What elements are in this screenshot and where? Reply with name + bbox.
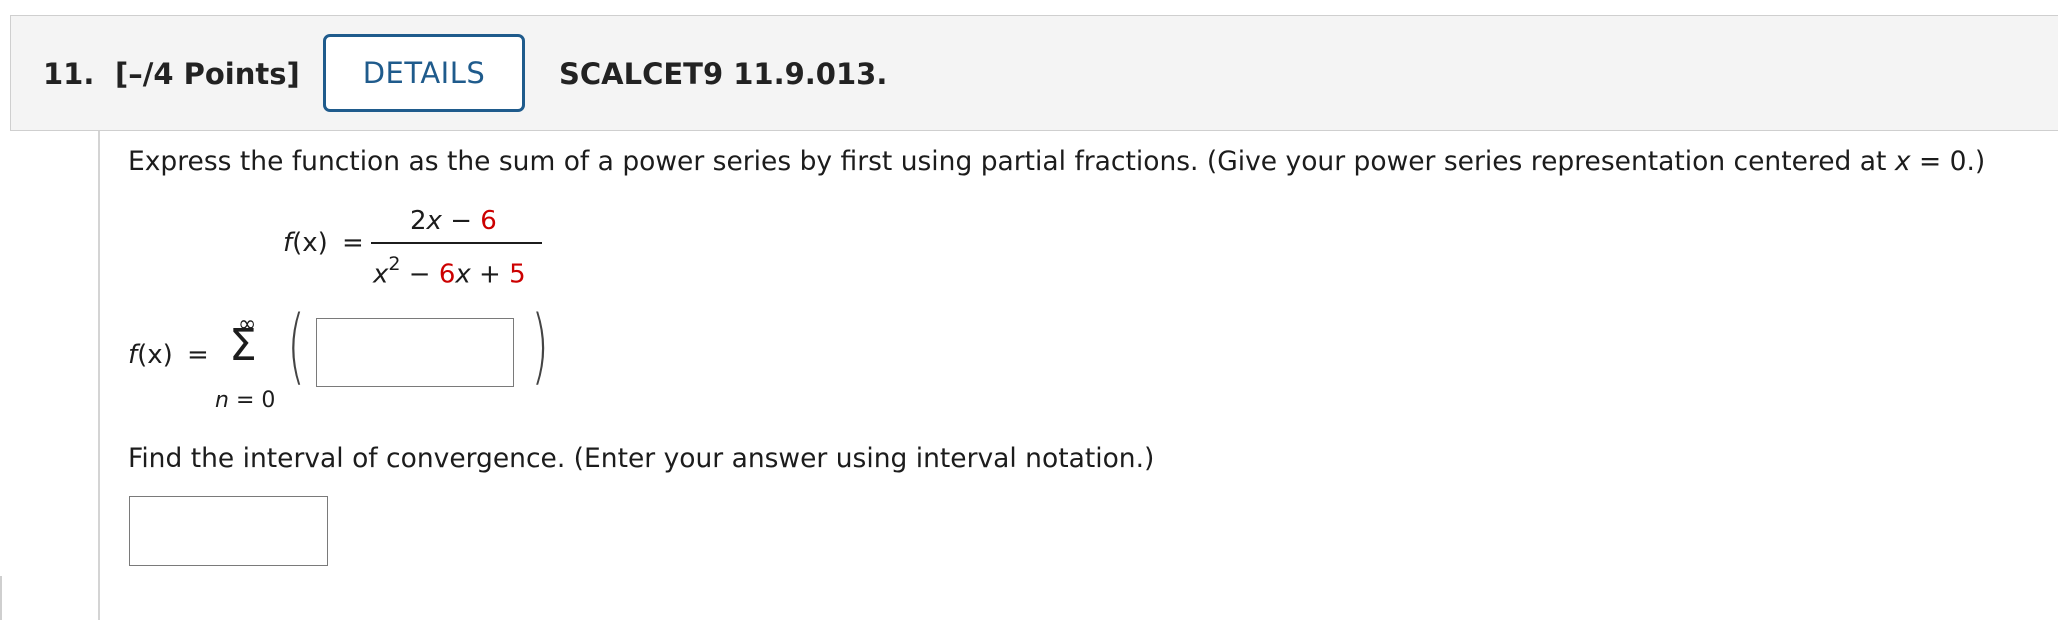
series-lhs: f(x) xyxy=(128,340,173,370)
interval-instruction-text: Find the interval of convergence. (Enter… xyxy=(128,443,1155,474)
series-equals: = xyxy=(187,340,209,370)
summation-lower-limit: n = 0 xyxy=(215,388,276,413)
fraction-denominator: x2 − 6x + 5 xyxy=(373,253,526,290)
function-equals: = xyxy=(342,228,364,258)
question-header: 11. [–/4 Points] DETAILS SCALCET9 11.9.0… xyxy=(10,15,2058,131)
series-answer-input[interactable] xyxy=(316,318,514,387)
details-button[interactable]: DETAILS xyxy=(323,34,525,112)
page-left-border xyxy=(0,576,2,620)
instruction-text: Express the function as the sum of a pow… xyxy=(128,146,1986,177)
fraction-bar xyxy=(371,242,542,244)
right-paren: ) xyxy=(531,299,549,394)
fraction-numerator: 2x − 6 xyxy=(410,206,497,236)
interval-answer-input[interactable] xyxy=(129,496,328,566)
function-lhs: f(x) xyxy=(283,228,328,258)
summation-sigma-icon: Σ xyxy=(229,320,257,371)
question-source: SCALCET9 11.9.013. xyxy=(559,57,888,91)
question-page: 11. [–/4 Points] DETAILS SCALCET9 11.9.0… xyxy=(0,0,2058,620)
question-number: 11. xyxy=(43,57,95,91)
question-points: [–/4 Points] xyxy=(115,57,300,91)
left-paren: ( xyxy=(287,299,305,394)
